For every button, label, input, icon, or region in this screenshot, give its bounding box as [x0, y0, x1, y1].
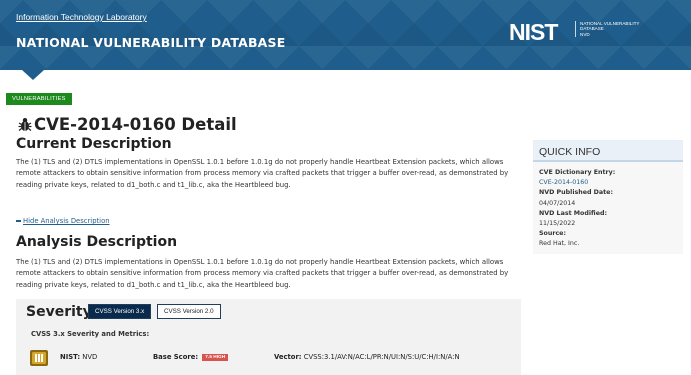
base-score: Base Score: 7.5 HIGH	[153, 353, 229, 361]
severity-heading: Severity	[26, 304, 92, 320]
page-title: CVE-2014-0160 Detail	[18, 115, 237, 134]
current-description-text: The (1) TLS and (2) DTLS implementations…	[16, 158, 509, 189]
published-value: 04/07/2014	[539, 199, 576, 207]
tab-cvss-2[interactable]: CVSS Version 2.0	[157, 304, 221, 319]
analysis-description-text: The (1) TLS and (2) DTLS implementations…	[16, 258, 509, 289]
nist-label: NIST: NVD	[60, 353, 97, 361]
quick-info-title: QUICK INFO	[533, 140, 683, 162]
hide-analysis-link[interactable]: Hide Analysis Description	[16, 217, 110, 225]
dict-entry-link[interactable]: CVE-2014-0160	[539, 178, 677, 188]
quick-info-body: CVE Dictionary Entry: CVE-2014-0160 NVD …	[533, 162, 683, 254]
nist-logo[interactable]: NIST	[509, 19, 569, 43]
metrics-heading: CVSS 3.x Severity and Metrics:	[31, 330, 150, 338]
bug-icon	[18, 118, 32, 131]
modified-label: NVD Last Modified:	[539, 209, 607, 217]
base-score-key: Base Score:	[153, 353, 199, 361]
severity-panel: Severity CVSS Version 3.x CVSS Version 2…	[16, 299, 521, 375]
nist-label-key: NIST:	[60, 353, 81, 361]
vector: Vector: CVSS:3.1/AV:N/AC:L/PR:N/UI:N/S:U…	[274, 353, 460, 361]
header-pointer	[22, 70, 44, 80]
tab-cvss-3x[interactable]: CVSS Version 3.x	[88, 304, 152, 319]
nvd-title[interactable]: NATIONAL VULNERABILITY DATABASE	[16, 35, 286, 50]
itl-link[interactable]: Information Technology Laboratory	[16, 12, 147, 22]
nist-logo-text: NIST	[509, 19, 558, 43]
nist-metrics-row: NIST: NVD Base Score: 7.5 HIGH Vector: C…	[30, 350, 510, 366]
hide-analysis-text[interactable]: Hide Analysis Description	[23, 217, 110, 225]
vulnerabilities-badge[interactable]: VULNERABILITIES	[6, 93, 72, 105]
source-label: Source:	[539, 230, 566, 238]
nist-label-value: NVD	[82, 353, 98, 361]
vector-value: CVSS:3.1/AV:N/AC:L/PR:N/UI:N/S:U/C:H/I:N…	[303, 353, 460, 361]
dict-entry-label: CVE Dictionary Entry:	[539, 169, 616, 176]
cve-title-text: CVE-2014-0160 Detail	[34, 115, 237, 134]
analysis-description-heading: Analysis Description	[16, 234, 178, 250]
base-score-chip[interactable]: 7.5 HIGH	[202, 354, 229, 361]
quick-info-panel: QUICK INFO CVE Dictionary Entry: CVE-201…	[533, 140, 683, 254]
minus-icon	[16, 220, 21, 222]
source-value: Red Hat, Inc.	[539, 240, 580, 248]
nist-subtitle: NATIONAL VULNERABILITY DATABASE NVD	[575, 21, 675, 38]
nist-sub-line-3: NVD	[580, 31, 590, 37]
site-header: Information Technology Laboratory NATION…	[0, 0, 691, 70]
modified-value: 11/15/2022	[539, 220, 576, 228]
nist-badge-icon	[30, 350, 48, 366]
current-description-heading: Current Description	[16, 136, 172, 152]
vector-key: Vector:	[274, 353, 302, 361]
published-label: NVD Published Date:	[539, 189, 613, 197]
